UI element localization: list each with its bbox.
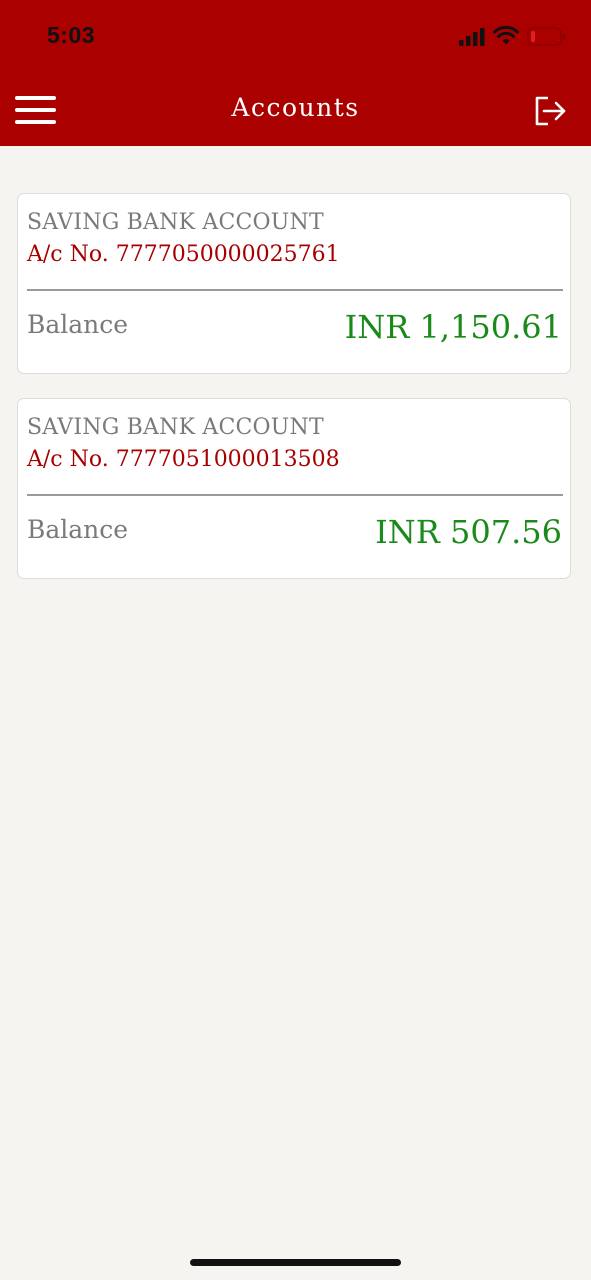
balance-label: Balance — [27, 515, 129, 544]
home-indicator[interactable] — [190, 1259, 401, 1266]
wifi-icon — [493, 26, 519, 45]
cellular-signal-icon — [459, 28, 485, 46]
divider — [27, 494, 563, 496]
logout-icon — [535, 96, 566, 126]
account-card[interactable]: SAVING BANK ACCOUNT A/c No. 777705000002… — [17, 193, 571, 374]
page-title: Accounts — [231, 93, 360, 122]
balance-amount: INR 507.56 — [375, 513, 562, 551]
account-type: SAVING BANK ACCOUNT — [27, 210, 324, 235]
balance-label: Balance — [27, 310, 129, 339]
status-time: 5:03 — [47, 22, 96, 48]
account-card[interactable]: SAVING BANK ACCOUNT A/c No. 777705100001… — [17, 398, 571, 579]
balance-amount: INR 1,150.61 — [344, 308, 562, 346]
status-icons — [459, 24, 569, 50]
app-header: 5:03 Accounts — [0, 0, 591, 146]
battery-icon — [527, 27, 566, 46]
account-type: SAVING BANK ACCOUNT — [27, 415, 324, 440]
account-number: A/c No. 7777050000025761 — [27, 242, 340, 267]
divider — [27, 289, 563, 291]
account-number: A/c No. 7777051000013508 — [27, 447, 340, 472]
logout-button[interactable] — [533, 95, 569, 129]
